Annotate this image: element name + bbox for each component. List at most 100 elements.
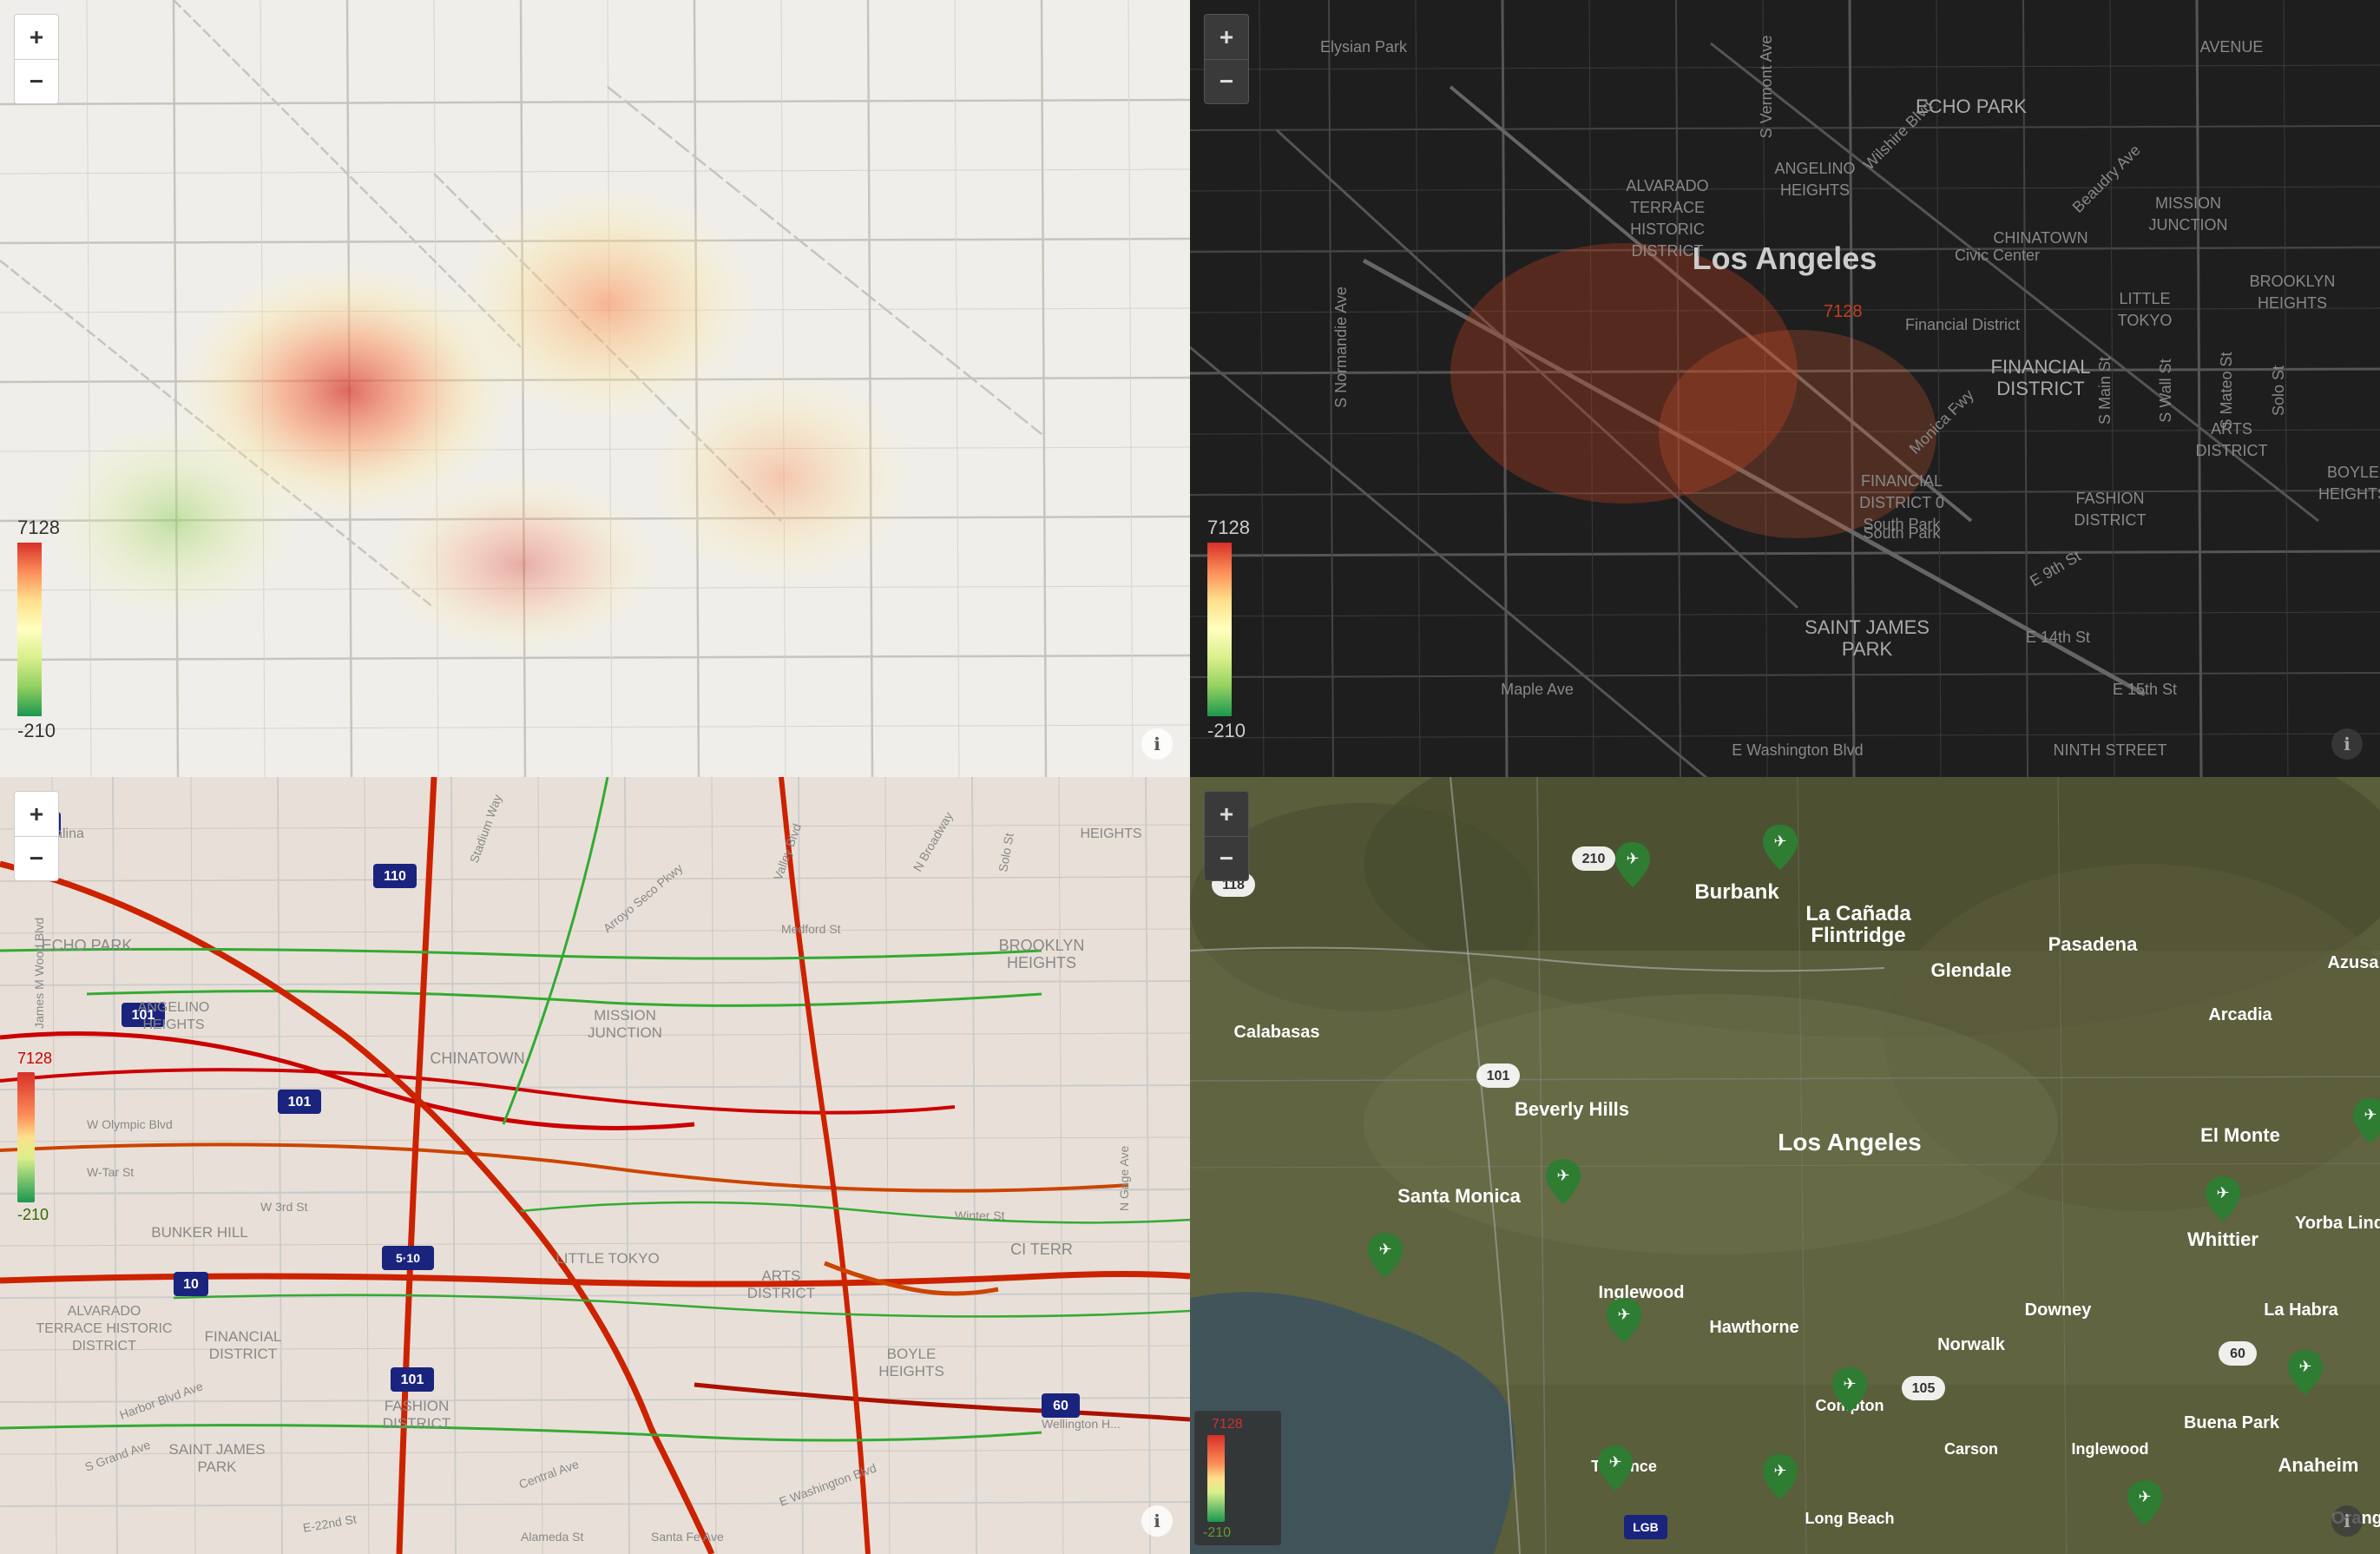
map-controls-top-right: + − bbox=[1204, 14, 1249, 104]
legend-min-tr: -210 bbox=[1207, 720, 1246, 742]
label-whittier: Whittier bbox=[2187, 1228, 2258, 1250]
label-la-habra: La Habra bbox=[2264, 1300, 2338, 1320]
svg-text:DISTRICT: DISTRICT bbox=[209, 1346, 277, 1362]
label-buena-park: Buena Park bbox=[2184, 1413, 2280, 1432]
map-top-left[interactable]: + − 7128 -210 ℹ bbox=[0, 0, 1190, 777]
legend-min-tl: -210 bbox=[17, 720, 56, 742]
label-financial-bl: FINANCIAL bbox=[205, 1328, 282, 1345]
label-inglewood: Inglewood bbox=[1599, 1283, 1685, 1302]
label-los-angeles: Los Angeles bbox=[1778, 1129, 1921, 1156]
legend-gradient-tr bbox=[1207, 543, 1232, 716]
label-n-gage: N Gage Ave bbox=[1117, 1146, 1131, 1211]
map-top-right[interactable]: Los Angeles ECHO PARK ANGELINO HEIGHTS C… bbox=[1190, 0, 2380, 777]
label-civic-center: Civic Center bbox=[1955, 247, 2040, 264]
legend-sat-min: -210 bbox=[1203, 1525, 1231, 1540]
label-la-canada: La Cañada bbox=[1805, 902, 1911, 925]
label-alvarado: ALVARADO bbox=[1626, 177, 1708, 194]
label-heat-max-tr: 7128 bbox=[1824, 302, 1863, 321]
label-fashion-district: FASHION bbox=[2075, 490, 2144, 507]
info-button-tl[interactable]: ℹ bbox=[1141, 728, 1173, 760]
svg-text:DISTRICT: DISTRICT bbox=[383, 1415, 450, 1432]
label-brooklyn: BROOKLYN bbox=[2250, 273, 2336, 290]
label-financial-tr: Financial District bbox=[1905, 316, 2020, 333]
map-controls-bottom-left: + − bbox=[14, 791, 59, 881]
info-button-tr[interactable]: ℹ bbox=[2331, 728, 2363, 760]
svg-text:HEIGHTS: HEIGHTS bbox=[142, 1017, 204, 1032]
label-bunker-bl: BUNKER HILL bbox=[151, 1224, 247, 1241]
label-9th-street: NINTH STREET bbox=[2053, 741, 2166, 759]
zoom-out-button-bl[interactable]: − bbox=[14, 836, 59, 881]
label-yorba-linda: Yorba Linda bbox=[2295, 1214, 2380, 1233]
label-beverly-hills: Beverly Hills bbox=[1515, 1098, 1629, 1120]
legend-top-left: 7128 -210 bbox=[17, 517, 60, 742]
label-saint-james-bl: SAINT JAMES bbox=[168, 1441, 265, 1458]
zoom-out-button-br[interactable]: − bbox=[1204, 836, 1249, 881]
legend-gradient-tl bbox=[17, 543, 42, 716]
svg-text:✈: ✈ bbox=[1556, 1167, 1569, 1184]
label-long-beach: Long Beach bbox=[1805, 1510, 1894, 1527]
legend-sat-max: 7128 bbox=[1212, 1417, 1243, 1432]
label-little-tokyo-bl: LITTLE TOKYO bbox=[556, 1250, 659, 1267]
label-angelino-bl: ANGELINO bbox=[138, 1000, 210, 1015]
label-alameda: Alameda St bbox=[521, 1530, 583, 1544]
map-bottom-right[interactable]: La Cañada Flintridge Burbank Glendale Pa… bbox=[1190, 777, 2380, 1554]
svg-text:✈: ✈ bbox=[2298, 1358, 2311, 1375]
label-ew-blvd: E Washington Blvd bbox=[1732, 741, 1863, 759]
svg-text:✈: ✈ bbox=[2364, 1106, 2377, 1123]
label-boyle-bl: BOYLE bbox=[887, 1346, 937, 1362]
svg-text:HEIGHTS: HEIGHTS bbox=[2258, 294, 2327, 312]
svg-text:TOKYO: TOKYO bbox=[2118, 312, 2173, 329]
svg-text:JUNCTION: JUNCTION bbox=[2149, 216, 2228, 234]
svg-text:✈: ✈ bbox=[1378, 1241, 1391, 1258]
svg-text:TERRACE: TERRACE bbox=[1630, 199, 1705, 216]
label-wtar-st: W-Tar St bbox=[87, 1165, 134, 1179]
label-fashion-bl: FASHION bbox=[385, 1398, 450, 1414]
label-burbank: Burbank bbox=[1694, 880, 1779, 904]
label-normandie: S Normandie Ave bbox=[1332, 286, 1350, 408]
shield-60-sat: 60 bbox=[2230, 1347, 2245, 1361]
label-norwalk: Norwalk bbox=[1937, 1335, 2006, 1354]
info-button-bl[interactable]: ℹ bbox=[1141, 1505, 1173, 1537]
shield-105: 105 bbox=[1912, 1381, 1936, 1396]
svg-text:DISTRICT: DISTRICT bbox=[2196, 442, 2268, 459]
map-controls-top-left: + − bbox=[14, 14, 59, 104]
label-pasadena: Pasadena bbox=[2048, 933, 2138, 955]
zoom-in-button-br[interactable]: + bbox=[1204, 791, 1249, 836]
label-little-tokyo: LITTLE bbox=[2119, 290, 2170, 307]
zoom-in-button-tr[interactable]: + bbox=[1204, 14, 1249, 59]
shield-101-sat: 101 bbox=[1487, 1069, 1510, 1083]
zoom-out-button-tl[interactable]: − bbox=[14, 59, 59, 104]
shield-lgb: LGB bbox=[1633, 1520, 1659, 1534]
label-financial-district: FINANCIAL bbox=[1991, 356, 2091, 378]
label-mission-bl: MISSION bbox=[594, 1007, 656, 1024]
label-winter: Winter St bbox=[955, 1208, 1005, 1222]
svg-text:PARK: PARK bbox=[1842, 638, 1893, 660]
zoom-in-button-tl[interactable]: + bbox=[14, 14, 59, 59]
label-chinatown: CHINATOWN bbox=[1993, 229, 2087, 247]
label-el-monte: El Monte bbox=[2200, 1124, 2280, 1146]
info-button-br[interactable]: ℹ bbox=[2331, 1505, 2363, 1537]
legend-max-tr: 7128 bbox=[1207, 517, 1250, 539]
city-label-la: Los Angeles bbox=[1693, 240, 1877, 276]
label-alvarado-bl: ALVARADO bbox=[68, 1304, 141, 1319]
label-santa-fe: Santa Fe Ave bbox=[651, 1530, 724, 1544]
label-james-wood: James M Wood Blvd bbox=[32, 918, 46, 1029]
svg-text:HISTORIC: HISTORIC bbox=[1630, 221, 1705, 238]
label-elysian: Elysian Park bbox=[1320, 38, 1408, 56]
label-heights-bl: HEIGHTS bbox=[1080, 826, 1141, 841]
svg-text:✈: ✈ bbox=[1843, 1375, 1856, 1393]
svg-text:JUNCTION: JUNCTION bbox=[588, 1024, 662, 1041]
label-azusa: Azusa bbox=[2328, 953, 2380, 972]
label-boyle: BOYLE bbox=[2327, 464, 2379, 481]
label-terr-bl: CI TERR bbox=[1010, 1241, 1073, 1258]
label-arts-bl: ARTS bbox=[761, 1268, 800, 1284]
label-financial-0: FINANCIAL bbox=[1861, 472, 1943, 490]
label-vermont: S Vermont Ave bbox=[1758, 36, 1775, 139]
label-chinatown-bl: CHINATOWN bbox=[430, 1050, 524, 1067]
label-wellington: Wellington H... bbox=[1042, 1417, 1121, 1431]
zoom-out-button-tr[interactable]: − bbox=[1204, 59, 1249, 104]
shield-110: 110 bbox=[384, 869, 406, 884]
zoom-in-button-bl[interactable]: + bbox=[14, 791, 59, 836]
shield-60: 60 bbox=[1053, 1399, 1068, 1413]
map-bottom-left[interactable]: 101 101 110 101 5·10 101 10 60 ECHO PARK… bbox=[0, 777, 1190, 1554]
